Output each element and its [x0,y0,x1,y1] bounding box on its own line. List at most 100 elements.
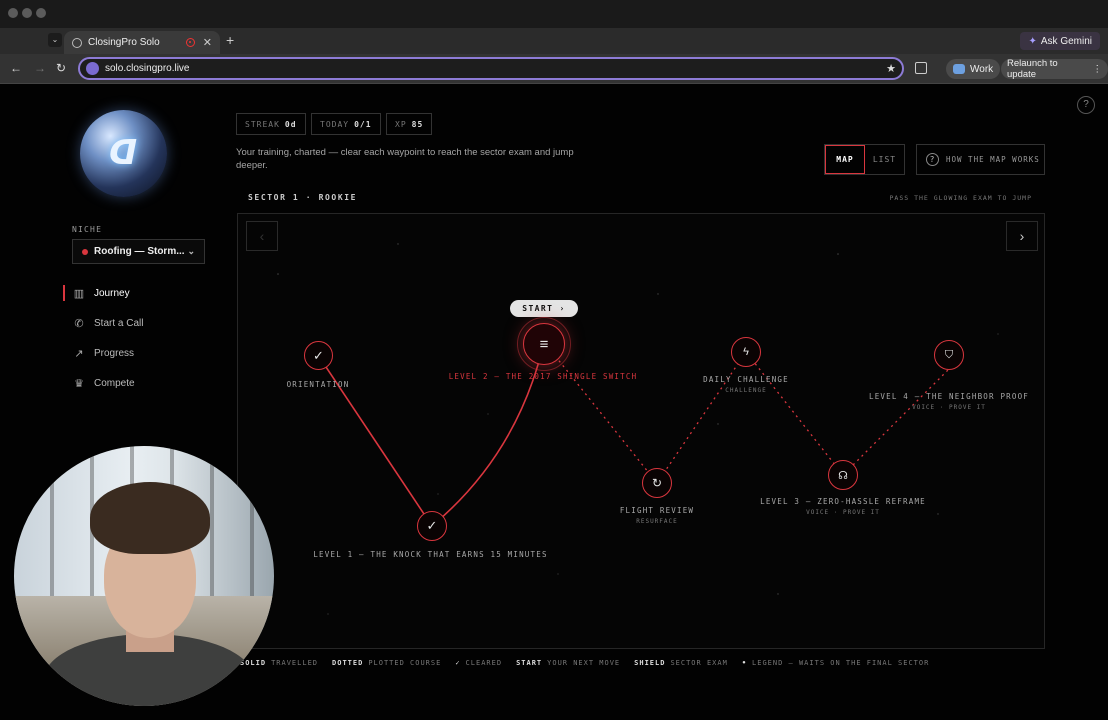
check-icon: ✓ [426,518,438,533]
stat-value: 0/1 [354,119,372,129]
relaunch-button[interactable]: Relaunch to update ⋮ [1001,58,1108,80]
map-view-button[interactable]: MAP [825,145,865,174]
legend-item: DOTTED PLOTTED COURSE [332,659,442,667]
tab-title: ClosingPro Solo [88,37,160,48]
phone-icon: ✆ [74,317,84,330]
profile-button[interactable]: Work [946,59,1001,79]
relaunch-label: Relaunch to update [1007,58,1058,80]
extensions-icon[interactable] [915,62,927,74]
nav-label: Start a Call [94,317,144,329]
profile-label: Work [970,63,994,75]
niche-select[interactable]: Roofing — Storm... ⌄ [72,239,205,264]
legend-item: • LEGEND — WAITS ON THE FINAL SECTOR [741,659,930,667]
address-bar[interactable]: solo.closingpro.live ★ [78,57,904,80]
node-sublabel: CHALLENGE [725,387,767,394]
list-view-button[interactable]: LIST [865,145,904,174]
help-icon[interactable]: ? [1077,96,1095,114]
node-orientation[interactable]: ✓ [304,341,333,370]
stat-today: TODAY 0/1 [311,113,381,135]
next-sector-button[interactable]: › [1006,221,1038,251]
more-vert-icon[interactable]: ⋮ [1093,64,1103,75]
nav-item-start-a-call[interactable]: ✆ Start a Call [72,314,143,332]
window-titlebar [0,0,1108,28]
bookmark-star-icon[interactable]: ★ [886,62,896,75]
headset-icon: ☊ [838,469,848,482]
node-daily-challenge[interactable]: ϟ [731,337,761,367]
node-label: LEVEL 3 — ZERO-HASSLE REFRAME [760,497,926,506]
close-window-button[interactable] [8,8,18,18]
stat-value: 85 [411,119,424,129]
zoom-window-button[interactable] [36,8,46,18]
legend-item: START YOUR NEXT MOVE [516,659,621,667]
nav-label: Journey [94,287,130,299]
question-icon: ? [926,153,939,166]
sparkle-icon: ✦ [1028,35,1037,47]
niche-value: Roofing — Storm... [94,246,185,257]
check-icon: ✓ [313,347,324,363]
refresh-icon: ↻ [651,476,663,490]
node-level-2[interactable]: ≡ [517,317,571,371]
stat-streak: STREAK 0d [236,113,306,135]
legend-item: ✓ CLEARED [455,659,503,667]
forward-icon[interactable]: → [34,61,46,75]
lightning-icon: ϟ [743,346,749,358]
nav-item-compete[interactable]: ♛ Compete [72,374,135,392]
browser-toolbar: ← → ↻ solo.closingpro.live ★ Work Relaun… [0,54,1108,84]
how-map-works-button[interactable]: ? HOW THE MAP WORKS [916,144,1045,175]
niche-status-dot [82,248,88,255]
tab-strip: ⌄ ClosingPro Solo ✕ + ✦ Ask Gemini [0,28,1108,54]
back-icon[interactable]: ← [10,61,22,75]
map-paths [277,243,999,615]
node-label: ORIENTATION [286,380,350,389]
node-level-1[interactable]: ✓ [417,511,447,541]
nav-label: Progress [94,347,135,359]
profile-avatar-icon [953,64,965,74]
url-text: solo.closingpro.live [105,63,190,74]
webcam-overlay [14,446,274,706]
node-level-3[interactable]: ☊ [828,460,858,490]
ask-gemini-button[interactable]: ✦ Ask Gemini [1020,32,1100,50]
node-sublabel: VOICE · PROVE IT [806,509,880,516]
globe-icon [72,37,82,48]
how-label: HOW THE MAP WORKS [946,155,1040,164]
shield-icon: ⛉ [944,348,954,361]
travelled-path [431,341,545,527]
niche-label: NICHE [72,225,103,234]
start-button[interactable]: START › [510,300,578,317]
stat-label: TODAY [320,119,350,129]
stat-xp: XP 85 [386,113,433,135]
reload-icon[interactable]: ↻ [56,61,66,75]
prev-sector-button[interactable]: ‹ [246,221,278,251]
site-info-icon[interactable] [86,62,99,75]
close-tab-icon[interactable]: ✕ [203,36,212,49]
node-label: DAILY CHALLENGE [703,375,789,384]
app-page: ? ᗡ NICHE Roofing — Storm... ⌄ ▥ Journey… [0,84,1108,720]
map-icon: ▥ [73,287,85,300]
node-label: LEVEL 2 — THE 2017 SHINGLE SWITCH [448,372,638,381]
node-label: LEVEL 1 — THE KNOCK THAT EARNS 15 MINUTE… [313,550,548,559]
app-logo: ᗡ [80,110,167,197]
tab-search-chevron-icon[interactable]: ⌄ [48,33,62,47]
node-label: LEVEL 4 — THE NEIGHBOR PROOF [868,392,1030,401]
active-nav-indicator [63,285,65,301]
minimize-window-button[interactable] [22,8,32,18]
node-label: FLIGHT REVIEW [619,506,695,515]
sector-title: SECTOR 1 · ROOKIE [248,193,358,202]
page-subtitle: Your training, charted — clear each wayp… [236,147,574,171]
view-toggle: MAP LIST [824,144,905,175]
nav-item-progress[interactable]: ↗ Progress [72,344,134,362]
node-level-4[interactable]: ⛉ [934,340,964,370]
list-icon: ≡ [539,335,549,353]
recording-icon [185,38,195,47]
trend-icon: ↗ [74,347,84,360]
map-legend: SOLIDTRAVELLED DOTTEDPLOTTED COURSE ✓CLE… [240,659,929,667]
stat-label: STREAK [245,119,280,129]
trophy-icon: ♛ [74,377,84,390]
node-sublabel: RESURFACE [636,518,678,525]
new-tab-button[interactable]: + [226,32,234,48]
node-flight-review[interactable]: ↻ [642,468,672,498]
legend-item: SHIELD SECTOR EXAM [634,659,728,667]
tab-closingpro[interactable]: ClosingPro Solo ✕ [64,31,220,54]
nav-item-journey[interactable]: ▥ Journey [72,284,130,302]
sector-hint: PASS THE GLOWING EXAM TO JUMP [889,194,1032,202]
